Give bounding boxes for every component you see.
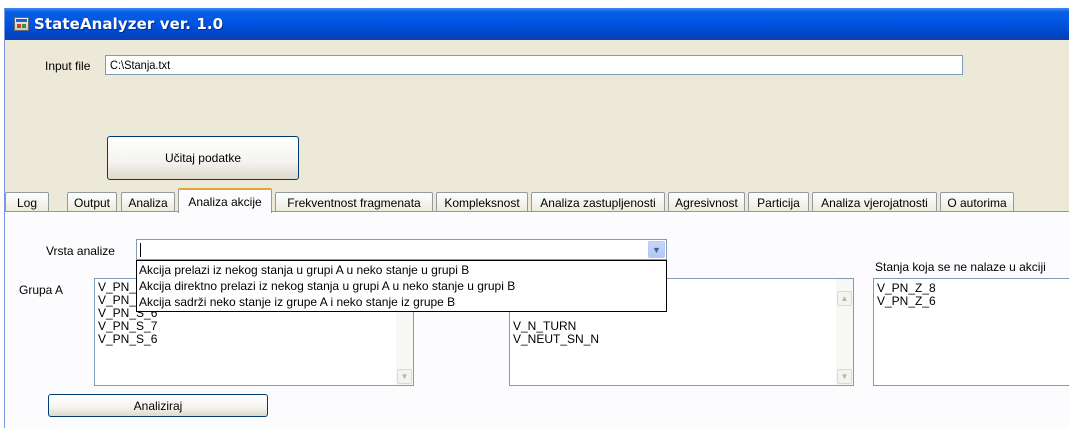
tab-analiza-zastupljenosti[interactable]: Analiza zastupljenosti	[531, 192, 665, 212]
analyze-button-label: Analiziraj	[133, 398, 183, 413]
title-bar[interactable]: StateAnalyzer ver. 1.0	[5, 8, 1069, 40]
tab-agresivnost[interactable]: Agresivnost	[668, 192, 745, 212]
tab-strip: Log Output Analiza Analiza akcije Frekve…	[5, 188, 1069, 213]
tab-analiza-vjerojatnosti[interactable]: Analiza vjerojatnosti	[812, 192, 937, 212]
tab-label: Kompleksnost	[444, 195, 520, 210]
analysis-type-option[interactable]: Akcija sadrži neko stanje iz grupe A i n…	[137, 294, 666, 310]
tab-log[interactable]: Log	[5, 192, 49, 212]
tab-particija[interactable]: Particija	[748, 192, 809, 212]
window-title: StateAnalyzer ver. 1.0	[34, 15, 224, 33]
scroll-down-arrow-icon[interactable]: ▼	[837, 369, 852, 384]
states-not-in-action-label: Stanja koja se ne nalaze u akciji	[875, 260, 1046, 274]
tab-label: Output	[73, 195, 111, 210]
analysis-type-option[interactable]: Akcija direktno prelazi iz nekog stanja …	[137, 278, 666, 294]
tab-label: Analiza zastupljenosti	[540, 195, 656, 210]
group-a-label: Grupa A	[19, 283, 64, 297]
tab-label: Analiza	[128, 195, 168, 210]
list-item[interactable]: V_NEUT_SN_N	[510, 333, 853, 346]
tab-label: Frekventnost fragmenata	[287, 195, 421, 210]
analyze-button[interactable]: Analiziraj	[48, 394, 268, 417]
group-b-scrollbar[interactable]: ▲ ▼	[836, 279, 853, 385]
tab-frekventnost-fragmenata[interactable]: Frekventnost fragmenata	[275, 192, 433, 212]
input-file-value: C:\Stanja.txt	[110, 58, 171, 72]
tab-label: Agresivnost	[675, 195, 738, 210]
tab-label: Log	[16, 195, 38, 210]
analysis-type-label: Vrsta analize	[46, 244, 115, 258]
tab-analiza[interactable]: Analiza	[121, 192, 175, 212]
analysis-type-option[interactable]: Akcija prelazi iz nekog stanja u grupi A…	[137, 262, 666, 278]
scroll-up-arrow-icon[interactable]: ▲	[837, 291, 852, 306]
tab-o-autorima[interactable]: O autorima	[940, 192, 1014, 212]
tab-kompleksnost[interactable]: Kompleksnost	[436, 192, 528, 212]
tab-label: Analiza akcije	[188, 194, 262, 209]
tab-analiza-akcije[interactable]: Analiza akcije	[178, 188, 272, 213]
app-window-icon	[14, 17, 29, 31]
tab-label: O autorima	[947, 195, 1007, 210]
tab-label: Analiza vjerojatnosti	[821, 195, 928, 210]
load-data-button[interactable]: Učitaj podatke	[107, 136, 299, 180]
input-file-label: Input file	[45, 59, 91, 73]
input-file-field[interactable]: C:\Stanja.txt	[105, 55, 963, 75]
chevron-down-icon[interactable]: ▼	[648, 241, 665, 258]
list-item[interactable]: V_PN_Z_6	[874, 295, 1069, 308]
analysis-type-dropdown: Akcija prelazi iz nekog stanja u grupi A…	[136, 260, 667, 312]
tab-output[interactable]: Output	[67, 192, 117, 212]
tab-label: Particija	[757, 195, 800, 210]
states-not-in-action-listbox[interactable]: V_PN_Z_8 V_PN_Z_6	[873, 278, 1069, 386]
app-window: StateAnalyzer ver. 1.0 Input file C:\Sta…	[4, 8, 1069, 428]
scroll-down-arrow-icon[interactable]: ▼	[397, 369, 412, 384]
tab-panel-analiza-akcije: Vrsta analize ▼ Akcija prelazi iz nekog …	[5, 211, 1069, 428]
text-caret	[140, 243, 141, 257]
load-data-button-label: Učitaj podatke	[164, 151, 242, 165]
analysis-type-combo[interactable]: ▼	[136, 239, 667, 260]
list-item[interactable]: V_PN_S_6	[95, 333, 413, 346]
